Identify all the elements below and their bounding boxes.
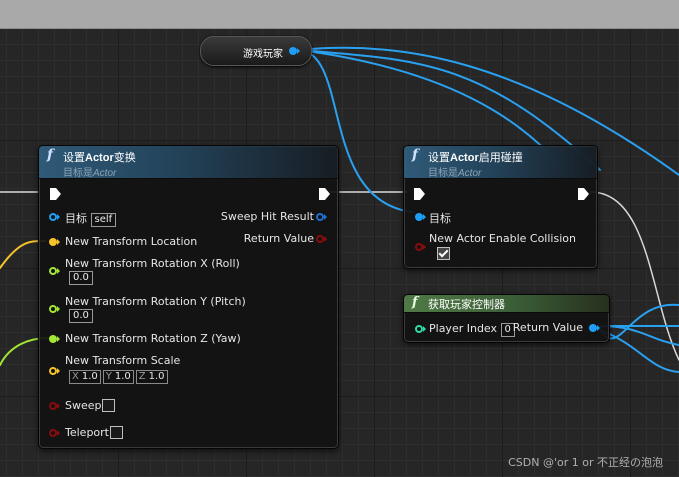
get-controller-title: 获取玩家控制器 — [428, 298, 505, 311]
player-index-label: Player Index — [429, 322, 498, 335]
teleport-checkbox[interactable] — [110, 426, 123, 439]
sweep-pin[interactable] — [49, 402, 60, 410]
function-icon: f — [412, 295, 418, 310]
scale-y-field[interactable]: Y 1.0 — [102, 370, 134, 384]
wire-controller-out-3 — [599, 329, 679, 373]
player-index-pin[interactable] — [415, 325, 426, 333]
function-icon: f — [412, 147, 419, 163]
set-collision-title: 设置Actor启用碰撞 — [428, 151, 523, 164]
scale-label: New Transform Scale — [65, 354, 181, 367]
get-player-controller-node[interactable]: f 获取玩家控制器 Player Index 0 Return Value — [403, 294, 610, 343]
scale-pin[interactable] — [49, 367, 60, 375]
set-collision-header: f 设置Actor启用碰撞 目标是Actor — [404, 146, 597, 179]
rotation-x-pin[interactable] — [49, 267, 60, 275]
set-collision-subtitle: 目标是Actor — [428, 168, 482, 179]
collision-target-pin[interactable] — [415, 213, 426, 221]
scale-z-field[interactable]: Z 1.0 — [135, 370, 168, 384]
target-value-field[interactable]: self — [90, 213, 117, 227]
teleport-pin[interactable] — [49, 429, 60, 437]
rotation-y-label: New Transform Rotation Y (Pitch) — [65, 295, 246, 308]
target-label: 目标 — [65, 212, 87, 225]
sweep-label: Sweep — [65, 399, 102, 412]
rotation-z-label: New Transform Rotation Z (Yaw) — [65, 332, 241, 345]
sweep-checkbox[interactable] — [102, 399, 115, 412]
return-value-label: Return Value — [243, 232, 314, 245]
scale-fields: X 1.0 Y 1.0 Z 1.0 — [69, 369, 170, 384]
teleport-label: Teleport — [65, 426, 109, 439]
wire-controller-out-4 — [599, 303, 679, 340]
rotation-x-label: New Transform Rotation X (Roll) — [65, 257, 240, 270]
get-controller-header: f 获取玩家控制器 — [404, 295, 609, 313]
rotation-y-pin[interactable] — [49, 305, 60, 313]
controller-return-label: Return Value — [512, 321, 583, 334]
rotation-x-field[interactable]: 0.0 — [69, 271, 93, 285]
set-actor-transform-header: f 设置Actor变换 目标是Actor — [39, 146, 338, 179]
sweep-hit-result-label: Sweep Hit Result — [220, 210, 314, 223]
rotation-z-pin[interactable] — [49, 335, 60, 343]
collision-target-label: 目标 — [429, 212, 451, 225]
player-variable-node[interactable]: 游戏玩家 — [200, 36, 312, 66]
scale-x-field[interactable]: X 1.0 — [69, 370, 101, 384]
location-pin[interactable] — [49, 238, 60, 246]
player-variable-label: 游戏玩家 — [243, 49, 283, 60]
target-row: 目标 self — [65, 210, 117, 227]
set-actor-enable-collision-node[interactable]: f 设置Actor启用碰撞 目标是Actor 目标 New Actor Enab… — [403, 145, 598, 269]
watermark: CSDN @'or 1 or 不正经の泡泡 — [508, 456, 663, 469]
enable-collision-label: New Actor Enable Collision — [429, 232, 576, 245]
enable-collision-pin[interactable] — [415, 243, 426, 251]
set-actor-transform-title: 设置Actor变换 — [63, 151, 136, 164]
target-pin[interactable] — [49, 213, 60, 221]
sweep-hit-result-pin[interactable] — [316, 213, 327, 221]
return-value-pin[interactable] — [316, 235, 327, 243]
controller-return-pin[interactable] — [589, 324, 600, 332]
player-index-row: Player Index 0 — [429, 322, 515, 337]
set-actor-transform-subtitle: 目标是Actor — [63, 168, 117, 179]
enable-collision-checkbox[interactable] — [437, 247, 450, 260]
location-label: New Transform Location — [65, 235, 198, 248]
rotation-y-field[interactable]: 0.0 — [69, 309, 93, 323]
function-icon: f — [47, 147, 54, 163]
player-variable-output-pin[interactable] — [289, 47, 300, 55]
set-actor-transform-node[interactable]: f 设置Actor变换 目标是Actor 目标 self Sweep Hit R… — [38, 145, 339, 449]
